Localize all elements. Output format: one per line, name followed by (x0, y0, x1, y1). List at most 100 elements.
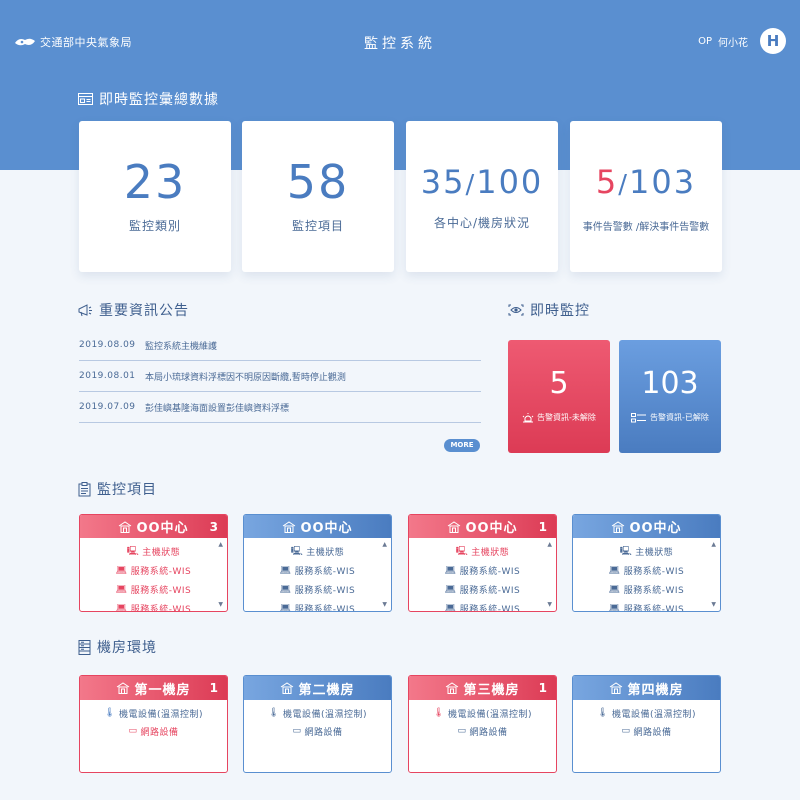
card-alert-count: 1 (209, 681, 219, 695)
card-row[interactable]: 💻︎ 服務系統-WIS (80, 599, 227, 612)
laptop-icon: 💻︎ (444, 565, 457, 576)
card-body: 🖳 主機狀態 💻︎ 服務系統-WIS 💻︎ 服務系統-WIS 💻︎ 服務系統-WIS ▲… (573, 538, 720, 611)
building-icon (612, 520, 625, 533)
stat-card-alerts: 5/103 事件告警數 /解決事件告警數 (570, 121, 722, 272)
monitor-card[interactable]: OO中心 🖳 主機狀態 💻︎ 服務系統-WIS 💻︎ 服務系統-WIS 💻︎ 服務系統-… (243, 514, 392, 612)
scroll-up-arrow[interactable]: ▲ (218, 541, 223, 548)
scroll-down-arrow[interactable]: ▼ (218, 601, 223, 608)
card-header: 第三機房 1 (409, 676, 556, 700)
card-row[interactable]: 🌡︎ 機電設備(溫濕控制) (244, 704, 391, 722)
laptop-icon: 💻︎ (279, 565, 292, 576)
live-unresolved-card[interactable]: 5 告警資訊-未解除 (508, 340, 610, 453)
room-card[interactable]: 第三機房 1 🌡︎ 機電設備(溫濕控制) ▭ 網路設備 (408, 675, 557, 773)
room-card[interactable]: 第四機房 🌡︎ 機電設備(溫濕控制) ▭ 網路設備 (572, 675, 721, 773)
scroll-down-arrow[interactable]: ▼ (547, 601, 552, 608)
card-row[interactable]: 🖳 主機狀態 (244, 542, 391, 561)
card-row-label: 服務系統-WIS (459, 605, 521, 611)
card-row[interactable]: 💻︎ 服務系統-WIS (409, 580, 556, 599)
avatar[interactable]: H (760, 28, 786, 54)
rooms-section-title: 機房環境 (78, 637, 157, 657)
card-row[interactable]: 🌡︎ 機電設備(溫濕控制) (409, 704, 556, 722)
scroll-up-arrow[interactable]: ▲ (382, 541, 387, 548)
card-row[interactable]: ▭ 網路設備 (244, 722, 391, 740)
card-body: 🖳 主機狀態 💻︎ 服務系統-WIS 💻︎ 服務系統-WIS 💻︎ 服務系統-WIS ▲… (409, 538, 556, 611)
scroll-down-arrow[interactable]: ▼ (711, 601, 716, 608)
card-row[interactable]: ▭ 網路設備 (409, 722, 556, 740)
laptop-icon: 💻︎ (444, 603, 457, 612)
stat-card-items: 58 監控項目 (242, 121, 394, 272)
card-row[interactable]: 💻︎ 服務系統-WIS (573, 599, 720, 612)
card-header: 第四機房 (573, 676, 720, 700)
card-row[interactable]: 🖳 主機狀態 (80, 542, 227, 561)
card-row-label: 服務系統-WIS (130, 567, 192, 577)
card-row-label: 機電設備(溫濕控制) (447, 709, 532, 720)
live-resolved-card[interactable]: 103 告警資訊-已解除 (619, 340, 721, 453)
monitor-card[interactable]: OO中心 🖳 主機狀態 💻︎ 服務系統-WIS 💻︎ 服務系統-WIS 💻︎ 服務系統-… (572, 514, 721, 612)
card-row[interactable]: 🌡︎ 機電設備(溫濕控制) (573, 704, 720, 722)
building-icon (610, 682, 623, 694)
server-rack-icon (78, 639, 91, 655)
room-card[interactable]: 第二機房 🌡︎ 機電設備(溫濕控制) ▭ 網路設備 (243, 675, 392, 773)
news-list: 2019.08.09 監控系統主機維護 2019.08.01 本局小琉球資料浮標因不… (79, 330, 481, 423)
live-title-text: 即時監控 (530, 303, 590, 319)
stat-slash: / (465, 170, 477, 200)
stat-value-b: 103 (629, 163, 697, 201)
laptop-icon: 💻︎ (444, 584, 457, 595)
stat-value-b: 100 (476, 163, 544, 201)
card-row[interactable]: 💻︎ 服務系統-WIS (409, 561, 556, 580)
eye-monitor-icon (508, 304, 524, 316)
card-row[interactable]: 💻︎ 服務系統-WIS (80, 561, 227, 580)
card-row[interactable]: ▭ 網路設備 (573, 722, 720, 740)
stat-slash: / (618, 170, 630, 200)
news-item[interactable]: 2019.07.09 彭佳嶼基隆海面設置彭佳嶼資料浮標 (79, 392, 481, 423)
router-icon: ▭ (621, 726, 631, 736)
laptop-icon: 💻︎ (608, 565, 621, 576)
monitor-card[interactable]: OO中心 3 🖳 主機狀態 💻︎ 服務系統-WIS 💻︎ 服務系統-WIS 💻︎ 服務系… (79, 514, 228, 612)
thermometer-icon: 🌡︎ (104, 708, 116, 718)
card-row-label: 網路設備 (633, 727, 672, 738)
server-status-icon: 🖳 (126, 546, 140, 557)
stat-card-categories: 23 監控類別 (79, 121, 231, 272)
card-body: 🖳 主機狀態 💻︎ 服務系統-WIS 💻︎ 服務系統-WIS 💻︎ 服務系統-WIS ▲… (244, 538, 391, 611)
card-row[interactable]: 💻︎ 服務系統-WIS (573, 580, 720, 599)
thermometer-icon: 🌡︎ (597, 708, 609, 718)
user-menu[interactable]: OP 何小花 H (698, 28, 786, 54)
card-header: OO中心 (244, 515, 391, 538)
card-row[interactable]: 🌡︎ 機電設備(溫濕控制) (80, 704, 227, 722)
news-item[interactable]: 2019.08.01 本局小琉球資料浮標因不明原因斷纜,暫時停止觀測 (79, 361, 481, 392)
scroll-down-arrow[interactable]: ▼ (382, 601, 387, 608)
more-button[interactable]: MORE (444, 439, 480, 452)
card-row[interactable]: 💻︎ 服務系統-WIS (80, 580, 227, 599)
card-title: OO中心 (300, 521, 353, 536)
card-row[interactable]: 💻︎ 服務系統-WIS (573, 561, 720, 580)
card-alert-count: 1 (538, 681, 548, 695)
card-row[interactable]: 🖳 主機狀態 (409, 542, 556, 561)
card-row-label: 主機狀態 (635, 548, 674, 558)
checklist-icon (631, 412, 647, 422)
card-row-label: 主機狀態 (142, 548, 181, 558)
stat-label: 各中心/機房狀況 (433, 216, 531, 230)
monitor-card[interactable]: OO中心 1 🖳 主機狀態 💻︎ 服務系統-WIS 💻︎ 服務系統-WIS 💻︎ 服務系… (408, 514, 557, 612)
card-alert-count: 1 (538, 519, 548, 534)
news-item[interactable]: 2019.08.09 監控系統主機維護 (79, 330, 481, 361)
stat-value-a: 35 (420, 163, 466, 201)
card-row[interactable]: 💻︎ 服務系統-WIS (244, 599, 391, 612)
card-row[interactable]: 💻︎ 服務系統-WIS (244, 561, 391, 580)
unresolved-caption: 告警資訊-未解除 (508, 412, 610, 423)
card-row[interactable]: 💻︎ 服務系統-WIS (409, 599, 556, 612)
card-row-label: 機電設備(溫濕控制) (282, 709, 367, 720)
card-row[interactable]: ▭ 網路設備 (80, 722, 227, 740)
laptop-icon: 💻︎ (279, 603, 292, 612)
card-body: 🖳 主機狀態 💻︎ 服務系統-WIS 💻︎ 服務系統-WIS 💻︎ 服務系統-WIS ▲… (80, 538, 227, 611)
room-card[interactable]: 第一機房 1 🌡︎ 機電設備(溫濕控制) ▭ 網路設備 (79, 675, 228, 773)
card-row[interactable]: 💻︎ 服務系統-WIS (244, 580, 391, 599)
scroll-up-arrow[interactable]: ▲ (711, 541, 716, 548)
card-header: OO中心 3 (80, 515, 227, 538)
card-row[interactable]: 🖳 主機狀態 (573, 542, 720, 561)
card-body: 🌡︎ 機電設備(溫濕控制) ▭ 網路設備 (409, 700, 556, 740)
card-row-label: 網路設備 (140, 727, 179, 738)
stat-label: 監控項目 (291, 219, 344, 233)
card-header: 第一機房 1 (80, 676, 227, 700)
scroll-up-arrow[interactable]: ▲ (547, 541, 552, 548)
card-header: OO中心 1 (409, 515, 556, 538)
